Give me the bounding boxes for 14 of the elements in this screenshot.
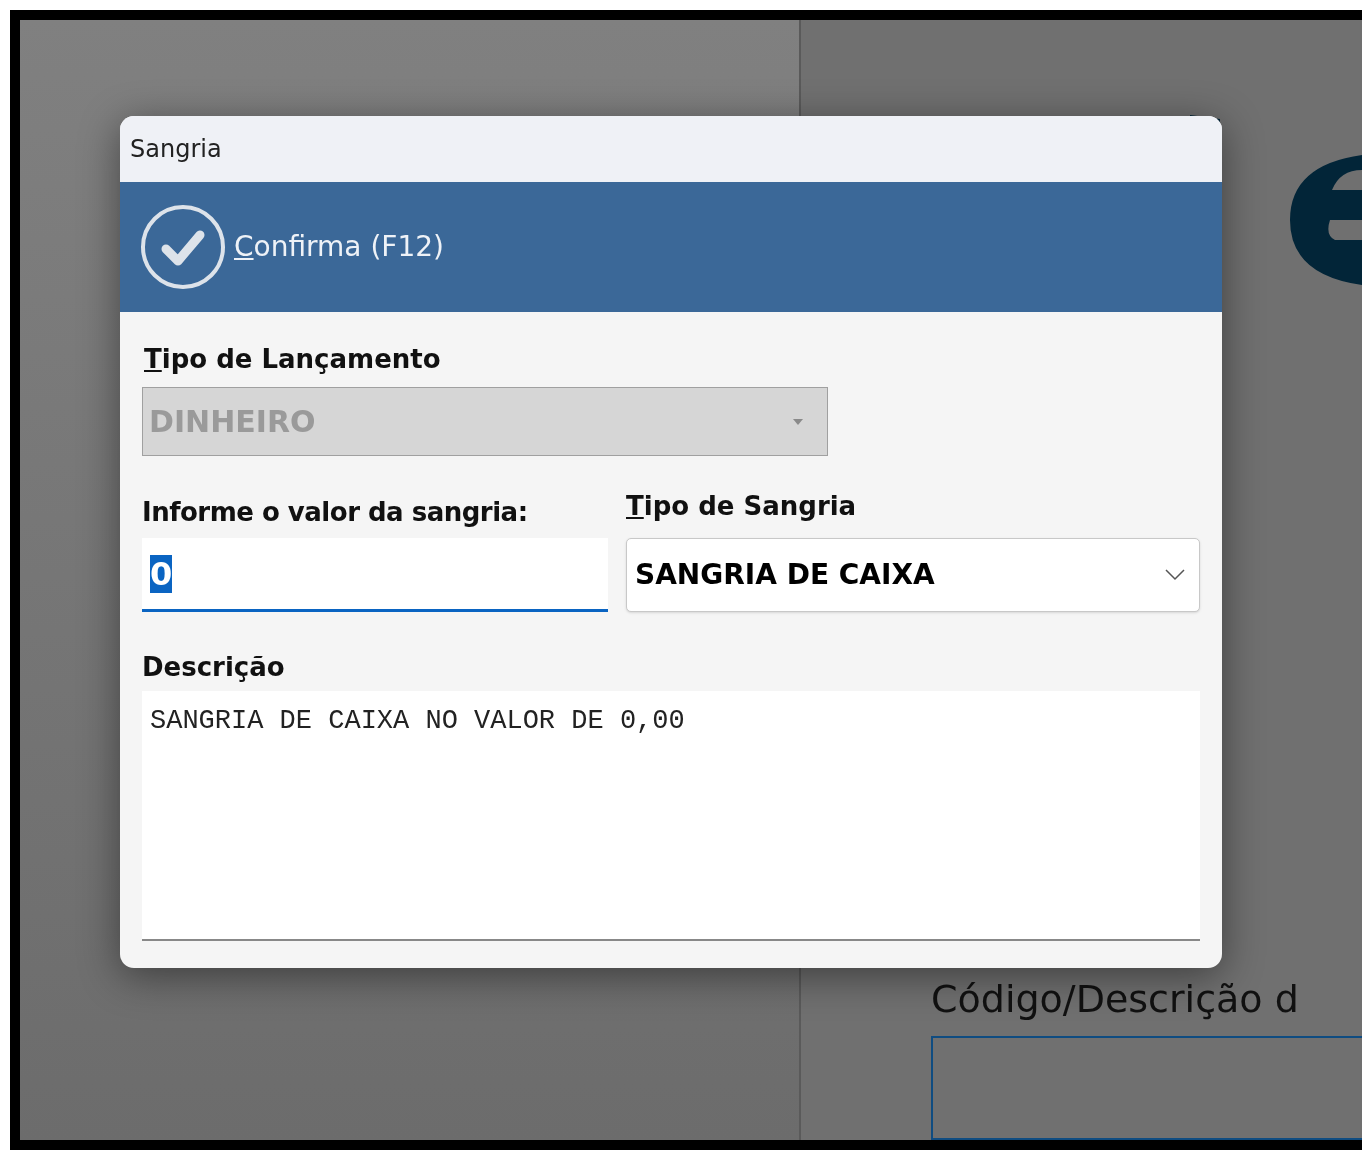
field-label: Código/Descrição d: [931, 976, 1300, 1022]
text-area[interactable]: SANGRIA DE CAIXA NO VALOR DE 0,00: [142, 691, 1200, 941]
dropdown-field[interactable]: SANGRIA DE CAIXA: [626, 538, 1200, 612]
chevron-down-icon: [1165, 569, 1185, 581]
field-label: Tipo de Sangria: [626, 490, 858, 523]
confirm-button[interactable]: Confirma (F12): [140, 204, 444, 290]
window-title: Sangria: [130, 134, 222, 165]
input-field[interactable]: 0: [142, 538, 608, 612]
field-label: Tipo de Lançamento: [144, 343, 442, 376]
check-circle-icon: [140, 204, 226, 290]
input-field[interactable]: [931, 1036, 1362, 1140]
field-label: Informe o valor da sangria:: [142, 496, 529, 529]
field-label: Descrição: [142, 651, 286, 684]
dropdown-arrow-icon: [793, 418, 803, 425]
